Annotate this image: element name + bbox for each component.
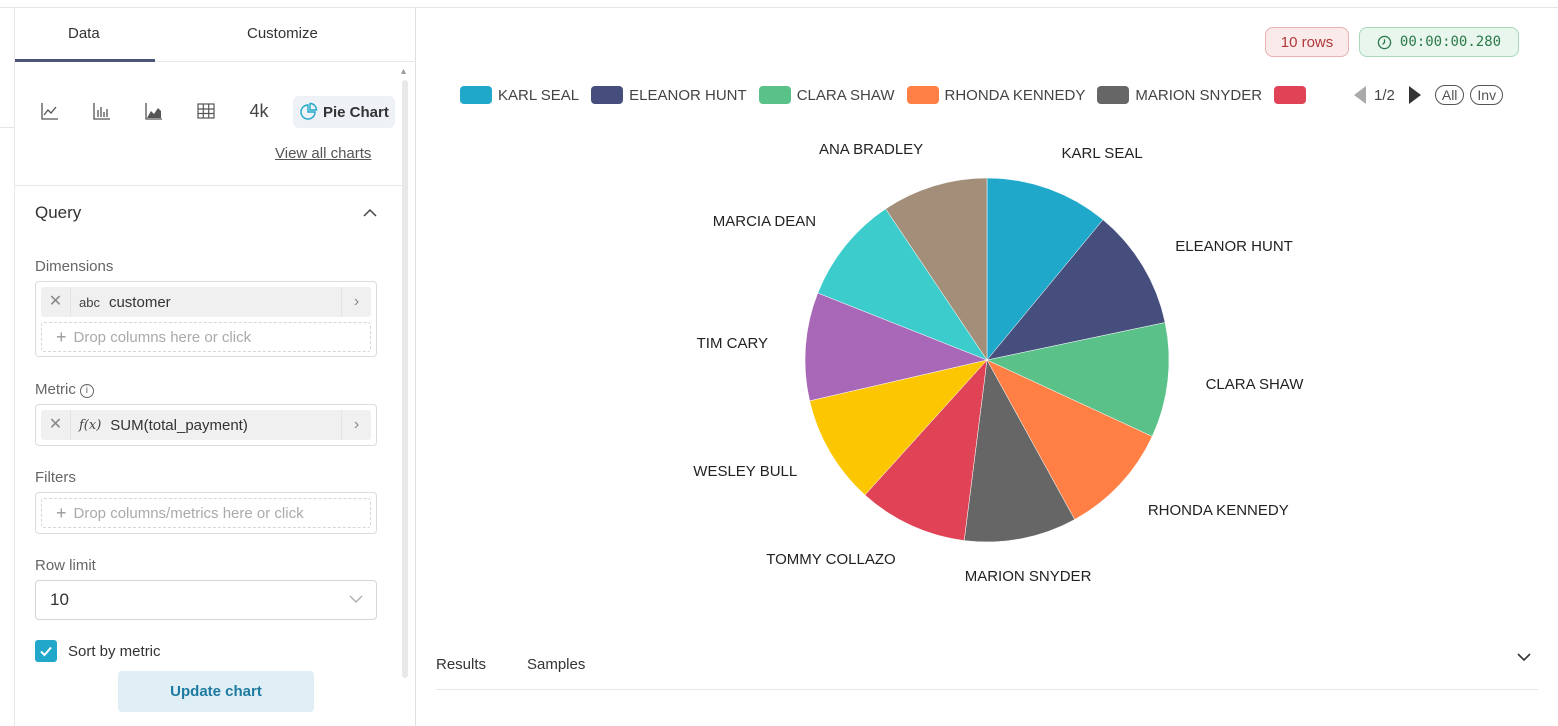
row-limit-select[interactable]: 10 (35, 580, 377, 620)
legend-item[interactable]: KARL SEAL (460, 82, 579, 108)
legend-swatch (1274, 86, 1307, 104)
slice-label: KARL SEAL (1061, 144, 1143, 162)
sort-by-metric-label[interactable]: Sort by metric (68, 643, 161, 660)
slice-label: ELEANOR HUNT (1175, 237, 1293, 255)
chevron-down-icon[interactable] (1515, 648, 1533, 666)
legend-prev-icon[interactable] (1354, 86, 1366, 104)
control-panel: Data Customize 4k Pie Chart View all cha… (14, 8, 416, 726)
plus-icon: + (56, 502, 67, 523)
view-all-charts-link[interactable]: View all charts (275, 145, 371, 162)
legend-pager: 1/2 All Inv (1352, 82, 1504, 108)
function-icon: f(x) (79, 417, 102, 433)
legend-all-button[interactable]: All (1434, 85, 1465, 105)
pie-chart-icon (300, 102, 318, 120)
row-limit-label: Row limit (35, 557, 96, 574)
legend-swatch (1097, 86, 1130, 104)
dimension-drop-placeholder: Drop columns here or click (73, 328, 252, 346)
row-limit-value: 10 (50, 590, 69, 609)
legend-page: 1/2 (1374, 86, 1395, 104)
tab-results[interactable]: Results (436, 656, 486, 673)
dimension-name: customer (108, 293, 171, 311)
active-tab-indicator (15, 59, 155, 62)
filters-drop-zone[interactable]: + Drop columns/metrics here or click (41, 498, 371, 528)
legend-item[interactable]: ELEANOR HUNT (591, 82, 747, 108)
legend-label: ELEANOR HUNT (629, 86, 747, 104)
legend-item[interactable]: MARION SNYDER (1097, 82, 1262, 108)
slice-label: TOMMY COLLAZO (766, 551, 896, 569)
big-number-chart[interactable]: 4k (244, 98, 274, 124)
scrollbar-thumb[interactable] (402, 80, 408, 678)
checkmark-icon (40, 646, 52, 657)
info-icon[interactable]: i (79, 384, 94, 398)
query-time-value: 00:00:00.280 (1399, 34, 1502, 50)
filters-box: + Drop columns/metrics here or click (35, 492, 377, 534)
pie-chart-svg (804, 177, 1170, 543)
metric-box: ✕ f(x) SUM(total_payment) › (35, 404, 377, 446)
dimensions-box: ✕ abc customer › + Drop columns here or … (35, 281, 377, 357)
slice-label: MARION SNYDER (964, 567, 1092, 585)
legend-invert-button[interactable]: Inv (1470, 85, 1504, 105)
legend-item[interactable]: TOMMY COLLAZO (1274, 82, 1308, 108)
dimension-pill[interactable]: ✕ abc customer › (41, 287, 371, 317)
tab-samples[interactable]: Samples (527, 656, 585, 673)
metric-label: Metric i (35, 381, 94, 398)
legend-label: RHONDA KENNEDY (944, 86, 1086, 104)
bar-chart-icon[interactable] (89, 98, 115, 124)
table-icon[interactable] (193, 98, 219, 124)
chart-legend: KARL SEAL ELEANOR HUNT CLARA SHAW RHONDA KE… (460, 82, 1308, 108)
query-section-title: Query (35, 203, 82, 222)
area-chart-icon[interactable] (141, 98, 167, 124)
legend-swatch (460, 86, 492, 104)
line-chart-icon[interactable] (37, 98, 63, 124)
gutter-divider (0, 127, 14, 128)
chevron-down-icon (349, 595, 363, 603)
string-type-icon: abc (79, 294, 100, 310)
pie-chart: KARL SEAL ELEANOR HUNT CLARA SHAW RHONDA KE… (600, 130, 1400, 600)
chevron-up-icon[interactable] (361, 204, 379, 222)
remove-icon[interactable]: ✕ (41, 287, 71, 317)
dimensions-label: Dimensions (35, 258, 114, 275)
update-chart-button[interactable]: Update chart (118, 671, 314, 712)
slice-label: RHONDA KENNEDY (1147, 501, 1289, 519)
clock-icon (1377, 35, 1392, 49)
scroll-up-icon[interactable]: ▴ (401, 66, 406, 77)
legend-label: MARION SNYDER (1135, 86, 1263, 104)
plus-icon: + (56, 326, 67, 347)
chart-type-picker: 4k Pie Chart (15, 96, 405, 128)
panel-tabs: Data Customize (15, 8, 416, 62)
chevron-right-icon[interactable]: › (341, 287, 371, 317)
row-count-badge: 10 rows (1265, 27, 1349, 57)
legend-item[interactable]: CLARA SHAW (758, 82, 895, 108)
tab-data[interactable]: Data (68, 25, 100, 42)
query-time-badge: 00:00:00.280 (1359, 27, 1519, 57)
filters-drop-placeholder: Drop columns/metrics here or click (73, 504, 304, 522)
remove-icon[interactable]: ✕ (41, 410, 71, 440)
tab-customize[interactable]: Customize (247, 25, 318, 42)
filters-label: Filters (35, 469, 76, 486)
slice-label: WESLEY BULL (693, 462, 798, 480)
legend-item[interactable]: RHONDA KENNEDY (906, 82, 1086, 108)
results-panel-header: Results Samples (436, 640, 1538, 690)
metric-name: SUM(total_payment) (110, 416, 248, 434)
metric-pill[interactable]: ✕ f(x) SUM(total_payment) › (41, 410, 371, 440)
legend-label: KARL SEAL (498, 86, 580, 104)
legend-swatch (591, 86, 624, 104)
section-divider (15, 185, 405, 186)
slice-label: CLARA SHAW (1205, 376, 1304, 394)
slice-label: ANA BRADLEY (818, 141, 924, 159)
legend-label: CLARA SHAW (796, 86, 895, 104)
dimension-drop-zone[interactable]: + Drop columns here or click (41, 322, 371, 352)
legend-next-icon[interactable] (1408, 86, 1421, 104)
legend-swatch (906, 86, 939, 104)
scrollbar[interactable]: ▴ (401, 66, 409, 678)
legend-swatch (758, 86, 791, 104)
pie-chart-button[interactable]: Pie Chart (293, 96, 395, 128)
chevron-right-icon[interactable]: › (341, 410, 371, 440)
slice-label: TIM CARY (696, 334, 769, 352)
slice-label: MARCIA DEAN (712, 213, 817, 231)
sort-by-metric-checkbox[interactable] (35, 640, 57, 662)
pie-chart-label: Pie Chart (323, 103, 389, 121)
